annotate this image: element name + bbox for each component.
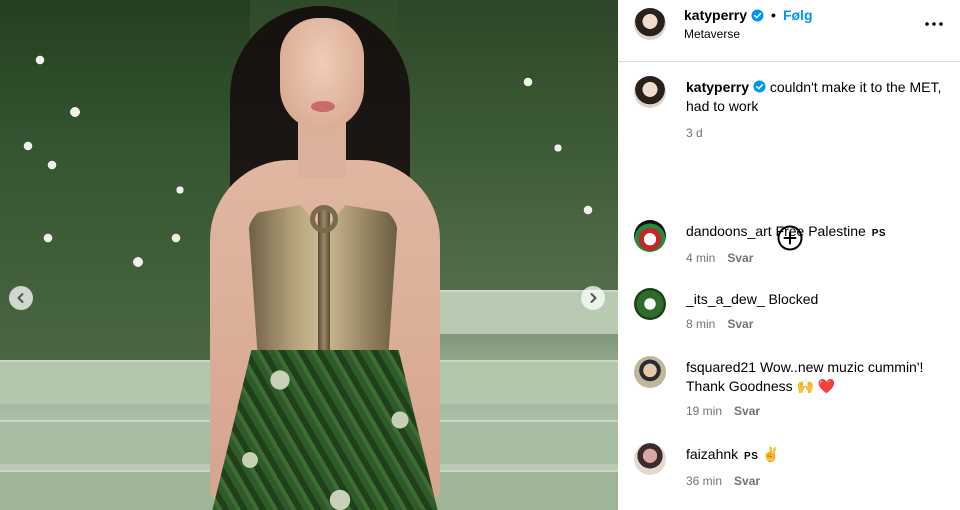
reply-button[interactable]: Svar [727,249,753,268]
comment-text: ✌️ [762,446,780,462]
key-bow [310,205,338,233]
caption-username[interactable]: katyperry [686,79,749,95]
verified-badge-icon [751,8,764,22]
separator-dot: • [771,7,776,23]
commenter-avatar[interactable] [634,443,666,475]
comment-username[interactable]: dandoons_art [686,223,772,239]
author-avatar[interactable] [634,8,666,40]
more-options-icon[interactable] [922,14,946,34]
comment-tag: PS [744,451,759,462]
comment-time: 19 min [686,404,723,418]
carousel-next-button[interactable] [581,286,605,310]
follow-button[interactable]: Følg [783,7,813,23]
chevron-left-icon [17,293,24,303]
location-link[interactable]: Metaverse [684,27,740,41]
caption-body: katyperry couldn't make it to the MET, h… [686,78,951,143]
comment-text: Blocked [768,291,819,307]
comment-username[interactable]: faizahnk [686,446,738,462]
post-header: katyperry • Følg Metaverse [618,0,960,62]
figure-lips [311,101,335,112]
carousel-prev-button[interactable] [9,286,33,310]
comment-body: _its_a_dew_ Blocked 8 min Svar [686,290,951,334]
commenter-avatar[interactable] [634,220,666,252]
reply-button[interactable]: Svar [727,315,753,334]
comment-time: 8 min [686,317,716,331]
commenter-avatar[interactable] [634,356,666,388]
comment-text: Free Palestine [775,223,866,239]
comment-username[interactable]: _its_a_dew_ [686,291,765,307]
verified-badge-icon [753,80,766,93]
author-line: katyperry • Følg [684,7,813,23]
comment-body: dandoons_art Free Palestine PS 4 min Sva… [686,222,951,268]
reply-button[interactable]: Svar [734,402,760,421]
caption-avatar[interactable] [634,76,666,108]
comment-time: 36 min [686,474,723,488]
chevron-right-icon [590,293,597,303]
post-photo[interactable] [0,0,618,510]
caption-time: 3 d [686,126,703,140]
comment-body: faizahnk PS ✌️ 36 min Svar [686,445,951,491]
person-figure [150,0,470,510]
post-side-panel: katyperry • Følg Metaverse katyperry cou… [618,0,960,510]
comment-username[interactable]: fsquared21 [686,359,756,375]
comment-tag: PS [871,228,887,239]
figure-face [280,18,364,130]
comment-time: 4 min [686,251,716,265]
author-username[interactable]: katyperry [684,7,747,23]
commenter-avatar[interactable] [634,288,666,320]
reply-button[interactable]: Svar [734,472,760,491]
comment-body: fsquared21 Wow..new muzic cummin'! Thank… [686,358,951,421]
